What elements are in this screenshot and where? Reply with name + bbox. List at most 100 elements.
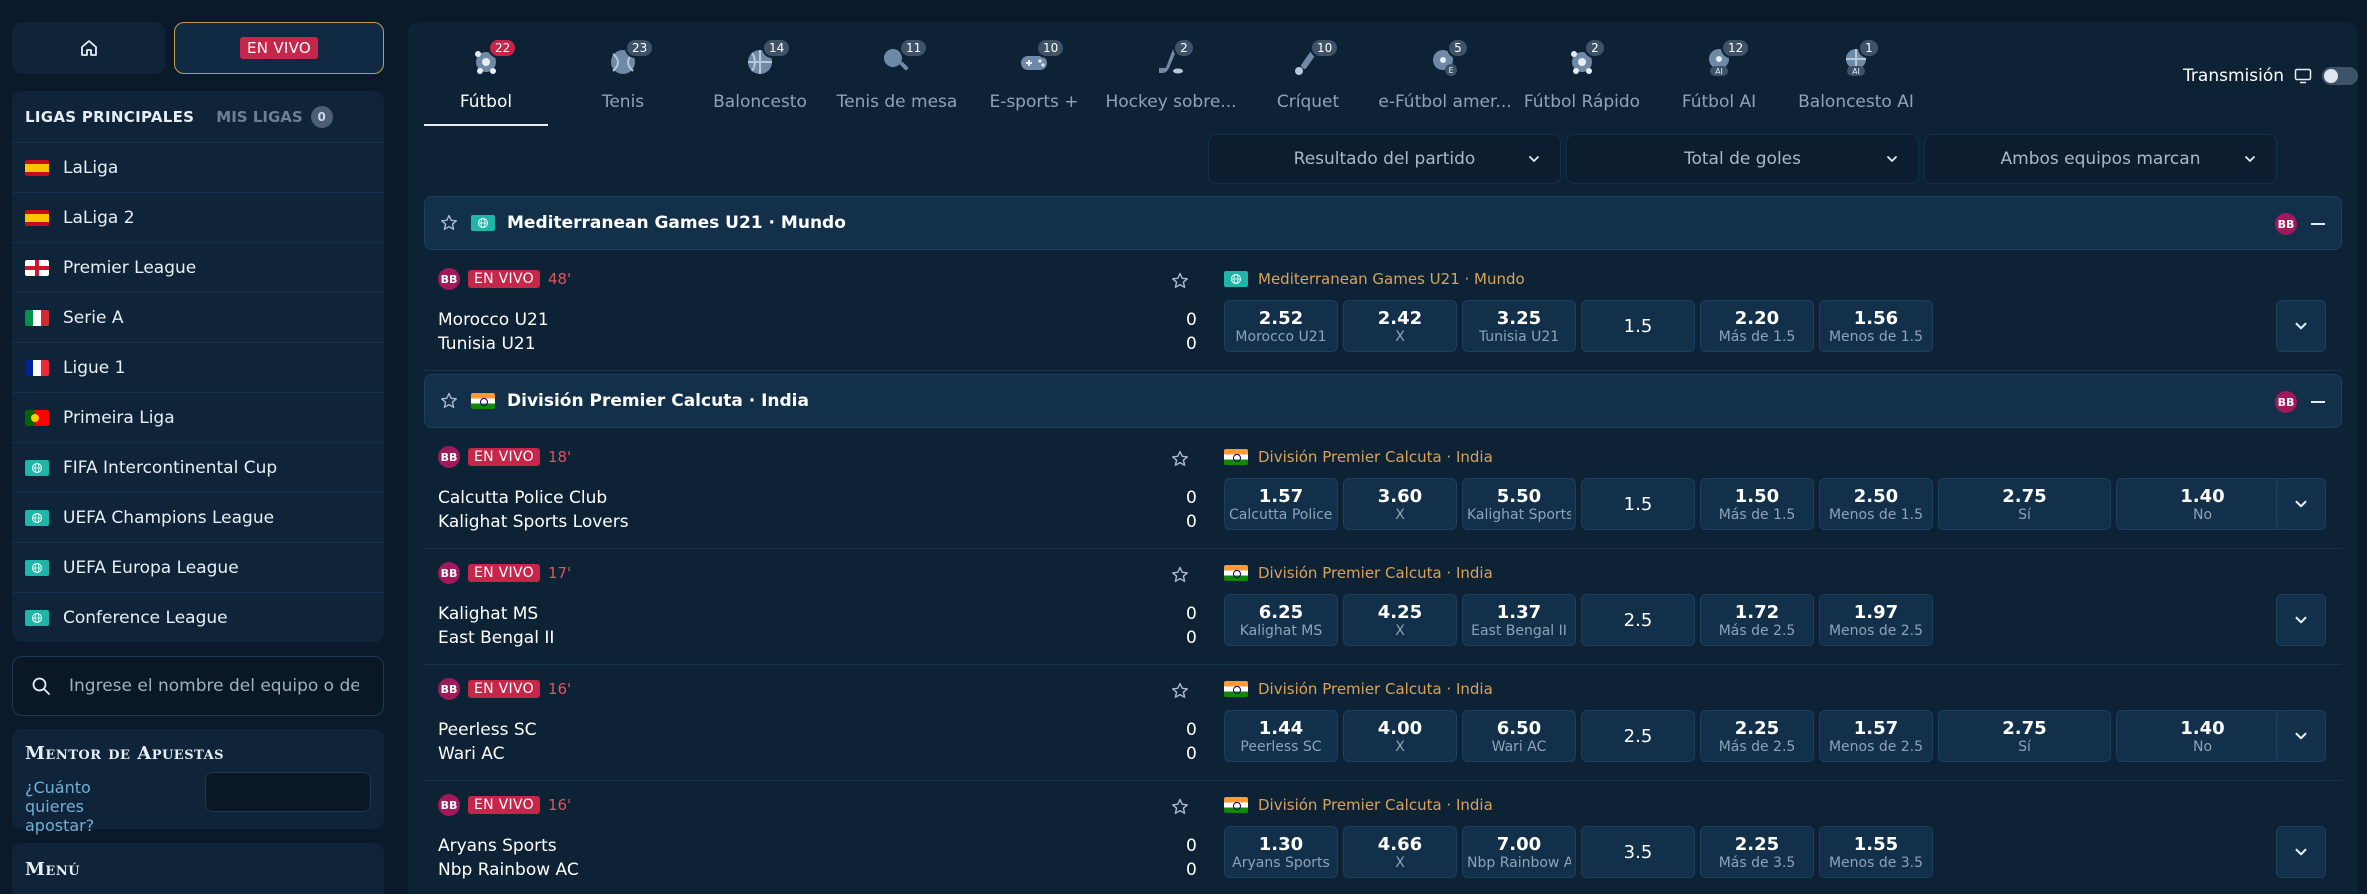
odd-button[interactable]: 7.00Nbp Rainbow AC bbox=[1462, 826, 1576, 878]
match-row[interactable]: BB EN VIVO 17' Kalighat MS East Bengal II 0 0 D… bbox=[424, 550, 2342, 665]
odd-button[interactable]: 6.50 Wari AC bbox=[1462, 710, 1576, 762]
odd-button[interactable]: 2.20 Más de 1.5 bbox=[1700, 300, 1814, 352]
collapse-icon[interactable] bbox=[2311, 223, 2325, 225]
sidebar-league-item[interactable]: LaLiga 2 bbox=[12, 192, 384, 242]
match-row[interactable]: BB EN VIVO 48' Morocco U21 Tunisia U21 0 0 Medi… bbox=[424, 256, 2342, 371]
odd-button[interactable]: 1.72 Más de 2.5 bbox=[1700, 594, 1814, 646]
tab-top-leagues[interactable]: LIGAS PRINCIPALES bbox=[25, 108, 194, 126]
odd-button[interactable]: 4.00 X bbox=[1343, 710, 1457, 762]
sidebar-league-item[interactable]: Primeira Liga bbox=[12, 392, 384, 442]
sidebar-league-item[interactable]: Serie A bbox=[12, 292, 384, 342]
collapse-icon[interactable] bbox=[2311, 401, 2325, 403]
odd-button[interactable]: 2.25 Más de 3.5 bbox=[1700, 826, 1814, 878]
sidebar-league-item[interactable]: UEFA Champions League bbox=[12, 492, 384, 542]
total-line-button[interactable]: 2.5 bbox=[1581, 594, 1695, 646]
expand-markets-button[interactable] bbox=[2276, 478, 2326, 530]
league-group-title: Mediterranean Games U21 · Mundo bbox=[507, 213, 846, 233]
odd-button[interactable]: 2.25 Más de 2.5 bbox=[1700, 710, 1814, 762]
sport-tab[interactable]: 10 E-sports + bbox=[972, 38, 1096, 122]
sidebar-league-item[interactable]: UEFA Europa League bbox=[12, 542, 384, 592]
total-line-button[interactable]: 1.5 bbox=[1581, 300, 1695, 352]
sport-tab[interactable]: 2 Hockey sobre... bbox=[1105, 38, 1237, 122]
odd-button[interactable]: 1.57 Menos de 2.5 bbox=[1819, 710, 1933, 762]
sport-tab[interactable]: 2 Fútbol Rápido bbox=[1520, 38, 1644, 122]
odd-button[interactable]: 2.75 Sí bbox=[1938, 478, 2111, 530]
sport-tab[interactable]: AI 12 Fútbol AI bbox=[1657, 38, 1781, 122]
sidebar-league-item[interactable]: FIFA Intercontinental Cup bbox=[12, 442, 384, 492]
odd-value: 4.00 bbox=[1377, 717, 1423, 739]
total-line-button[interactable]: 1.5 bbox=[1581, 478, 1695, 530]
league-group-header[interactable]: Mediterranean Games U21 · Mundo BB bbox=[424, 196, 2342, 250]
odd-button[interactable]: 1.97 Menos de 2.5 bbox=[1819, 594, 1933, 646]
odd-button[interactable]: 6.25 Kalighat MS bbox=[1224, 594, 1338, 646]
odd-value: 2.75 bbox=[2002, 717, 2047, 739]
odd-button[interactable]: 1.57Calcutta Police Club bbox=[1224, 478, 1338, 530]
sport-tab[interactable]: 11 Tenis de mesa bbox=[835, 38, 959, 122]
sport-tab[interactable]: 23 Tenis bbox=[561, 38, 685, 122]
odd-button[interactable]: 4.66 X bbox=[1343, 826, 1457, 878]
odd-button[interactable]: 1.40 No bbox=[2116, 478, 2289, 530]
sidebar-league-item[interactable]: Conference League bbox=[12, 592, 384, 642]
globe-icon bbox=[25, 609, 49, 626]
expand-markets-button[interactable] bbox=[2276, 826, 2326, 878]
odd-button[interactable]: 1.50 Más de 1.5 bbox=[1700, 478, 1814, 530]
tab-my-leagues[interactable]: MIS LIGAS 0 bbox=[216, 105, 333, 128]
odd-button[interactable]: 2.75 Sí bbox=[1938, 710, 2111, 762]
leagues-panel: LIGAS PRINCIPALES MIS LIGAS 0 LaLiga LaLi… bbox=[12, 91, 384, 642]
favorite-star-icon[interactable] bbox=[1170, 797, 1190, 817]
team-search-input[interactable] bbox=[69, 676, 359, 696]
match-row[interactable]: BB EN VIVO 16' Aryans Sports Nbp Rainbow AC 0… bbox=[424, 782, 2342, 894]
sidebar-league-item[interactable]: Ligue 1 bbox=[12, 342, 384, 392]
market-dropdown[interactable]: Ambos equipos marcan bbox=[1924, 134, 2277, 184]
odd-button[interactable]: 2.52 Morocco U21 bbox=[1224, 300, 1338, 352]
sport-tab[interactable]: 14 Baloncesto bbox=[698, 38, 822, 122]
favorite-star-icon[interactable] bbox=[1170, 449, 1190, 469]
sport-tab[interactable]: E 5 e-Fútbol amer... bbox=[1378, 38, 1512, 122]
favorite-star-icon[interactable] bbox=[1170, 271, 1190, 291]
favorite-star-icon[interactable] bbox=[439, 391, 459, 411]
league-group-header[interactable]: División Premier Calcuta · India BB bbox=[424, 374, 2342, 428]
market-dropdown[interactable]: Total de goles bbox=[1566, 134, 1919, 184]
sport-tab[interactable]: AI 1 Baloncesto AI bbox=[1794, 38, 1918, 122]
sport-tab[interactable]: 10 Críquet bbox=[1246, 38, 1370, 122]
league-name: Serie A bbox=[63, 307, 124, 328]
market-dropdown[interactable]: Resultado del partido bbox=[1208, 134, 1561, 184]
sidebar-league-item[interactable]: LaLiga bbox=[12, 142, 384, 192]
match-teams: Kalighat MS East Bengal II bbox=[438, 602, 554, 650]
sport-icon-wrap: 23 bbox=[605, 38, 655, 80]
odd-button[interactable]: 1.55 Menos de 3.5 bbox=[1819, 826, 1933, 878]
match-teams: Morocco U21 Tunisia U21 bbox=[438, 308, 549, 356]
home-button[interactable] bbox=[12, 22, 165, 74]
expand-markets-button[interactable] bbox=[2276, 594, 2326, 646]
odd-button[interactable]: 1.56 Menos de 1.5 bbox=[1819, 300, 1933, 352]
odd-button[interactable]: 1.30 Aryans Sports bbox=[1224, 826, 1338, 878]
match-scores: 00 bbox=[1186, 486, 1197, 534]
odd-button[interactable]: 1.37 East Bengal II bbox=[1462, 594, 1576, 646]
odd-button[interactable]: 4.25 X bbox=[1343, 594, 1457, 646]
odd-button[interactable]: 2.42 X bbox=[1343, 300, 1457, 352]
odd-label: Menos de 2.5 bbox=[1828, 738, 1924, 755]
odd-button[interactable]: 2.50 Menos de 1.5 bbox=[1819, 478, 1933, 530]
sidebar-league-item[interactable]: Premier League bbox=[12, 242, 384, 292]
favorite-star-icon[interactable] bbox=[1170, 565, 1190, 585]
odd-button[interactable]: 3.25 Tunisia U21 bbox=[1462, 300, 1576, 352]
expand-markets-button[interactable] bbox=[2276, 300, 2326, 352]
bet-amount-input[interactable] bbox=[205, 772, 371, 812]
match-scores: 00 bbox=[1186, 308, 1197, 356]
match-row[interactable]: BB EN VIVO 18' Calcutta Police Club Kalighat… bbox=[424, 434, 2342, 549]
favorite-star-icon[interactable] bbox=[439, 213, 459, 233]
home-score: 0 bbox=[1186, 720, 1197, 740]
odd-button[interactable]: 1.44 Peerless SC bbox=[1224, 710, 1338, 762]
odd-button[interactable]: 1.40 No bbox=[2116, 710, 2289, 762]
favorite-star-icon[interactable] bbox=[1170, 681, 1190, 701]
live-button[interactable]: EN VIVO bbox=[174, 22, 384, 74]
expand-markets-button[interactable] bbox=[2276, 710, 2326, 762]
odd-button[interactable]: 5.50Kalighat Sports Lovers bbox=[1462, 478, 1576, 530]
odd-button[interactable]: 3.60 X bbox=[1343, 478, 1457, 530]
total-line-button[interactable]: 2.5 bbox=[1581, 710, 1695, 762]
league-name: Premier League bbox=[63, 257, 197, 278]
total-line-button[interactable]: 3.5 bbox=[1581, 826, 1695, 878]
stream-toggle[interactable] bbox=[2322, 67, 2358, 85]
sport-tab[interactable]: 22 Fútbol bbox=[424, 38, 548, 126]
match-row[interactable]: BB EN VIVO 16' Peerless SC Wari AC 0 0 División… bbox=[424, 666, 2342, 781]
